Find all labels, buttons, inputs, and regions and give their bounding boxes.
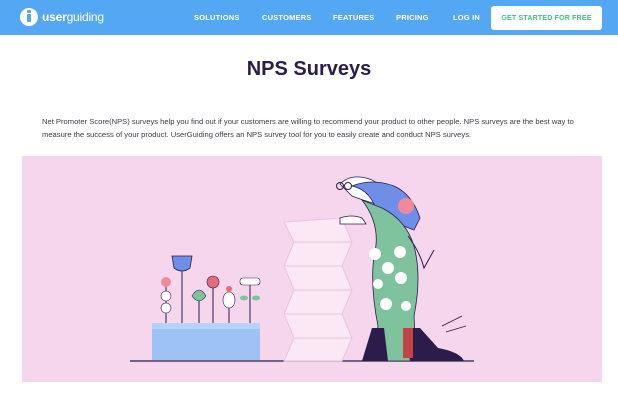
nav-item-customers[interactable]: CUSTOMERS <box>262 13 312 22</box>
top-navigation-bar: userguiding SOLUTIONS CUSTOMERS FEATURES… <box>0 0 618 35</box>
page-description: Net Promoter Score(NPS) surveys help you… <box>42 117 574 139</box>
userguiding-logo[interactable]: userguiding <box>20 8 104 26</box>
nav-item-pricing[interactable]: PRICING <box>396 13 429 22</box>
hero-illustration-panel <box>22 156 602 382</box>
planter-rim <box>152 323 260 329</box>
page-title: NPS Surveys <box>246 58 372 80</box>
nav-item-login[interactable]: LOG IN <box>453 13 480 22</box>
flower-stems <box>165 264 251 323</box>
get-started-button[interactable]: GET STARTED FOR FREE <box>491 6 602 30</box>
nav-item-solutions[interactable]: SOLUTIONS <box>194 13 240 22</box>
nps-survey-illustration <box>130 176 474 362</box>
logo-icon <box>20 8 38 26</box>
nav-item-features[interactable]: FEATURES <box>333 13 374 22</box>
survey-form <box>283 217 353 362</box>
logo-text: userguiding <box>42 10 104 24</box>
flowers <box>160 255 261 314</box>
person-figure <box>336 176 467 362</box>
